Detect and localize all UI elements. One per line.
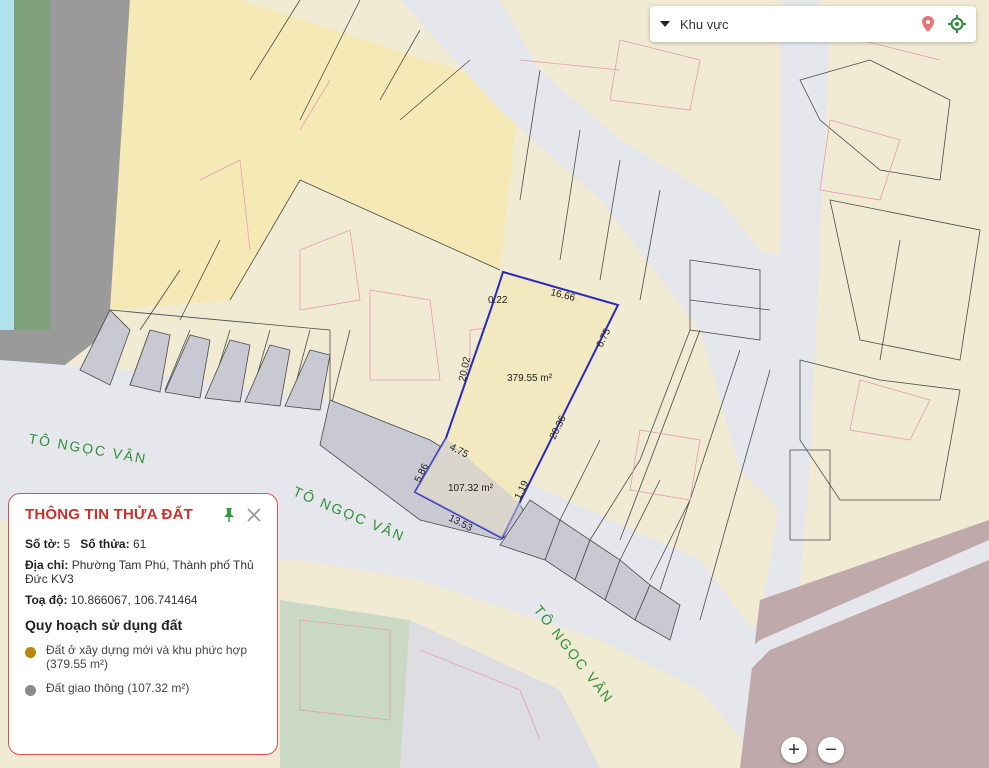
edge-label: 0.22 [488, 295, 508, 306]
sheet-value: 5 [63, 537, 71, 551]
zoom-in-button[interactable]: + [781, 737, 807, 763]
parcel-area-label: 379.55 m² [507, 373, 553, 384]
panel-title: THÔNG TIN THỬA ĐẤT [25, 506, 193, 523]
legend-label: Đất ở xây dựng mới và khu phức hợp (379.… [46, 643, 248, 671]
locate-target-icon[interactable] [948, 15, 966, 33]
zoom-out-button[interactable]: − [818, 737, 844, 763]
legend-item-traffic: Đất giao thông (107.32 m²) [25, 681, 261, 696]
map-pin-icon[interactable] [922, 16, 934, 32]
area-select-label[interactable]: Khu vực [680, 17, 922, 32]
coordinates-value: 10.866067, 106.741464 [70, 593, 198, 607]
address-label: Địa chỉ: [25, 558, 69, 572]
address-row: Địa chỉ: Phường Tam Phú, Thành phố Thủ Đ… [25, 558, 261, 586]
land-use-title: Quy hoạch sử dụng đất [25, 617, 183, 633]
parcel-info-panel: THÔNG TIN THỬA ĐẤT Số tờ: 5 Số thửa: 61 … [8, 493, 278, 755]
residential-color-dot [25, 647, 36, 658]
parcel-value: 61 [132, 537, 147, 551]
close-icon[interactable] [247, 507, 261, 522]
road-area-label: 107.32 m² [448, 483, 494, 494]
legend-item-residential: Đất ở xây dựng mới và khu phức hợp (379.… [25, 643, 261, 671]
sheet-parcel-row: Số tờ: 5 Số thửa: 61 [25, 537, 261, 551]
legend-label: Đất giao thông (107.32 m²) [46, 681, 190, 695]
traffic-color-dot [25, 685, 36, 696]
sheet-label: Số tờ: [25, 537, 61, 551]
dropdown-caret-icon[interactable] [660, 21, 670, 27]
coordinates-row: Toạ độ: 10.866067, 106.741464 [25, 593, 261, 607]
parcel-label: Số thửa: [80, 537, 130, 551]
panel-header: THÔNG TIN THỬA ĐẤT [25, 506, 261, 523]
area-search-bar[interactable]: Khu vực [650, 6, 976, 42]
coordinates-label: Toạ độ: [25, 593, 68, 607]
pin-icon[interactable] [221, 507, 237, 523]
